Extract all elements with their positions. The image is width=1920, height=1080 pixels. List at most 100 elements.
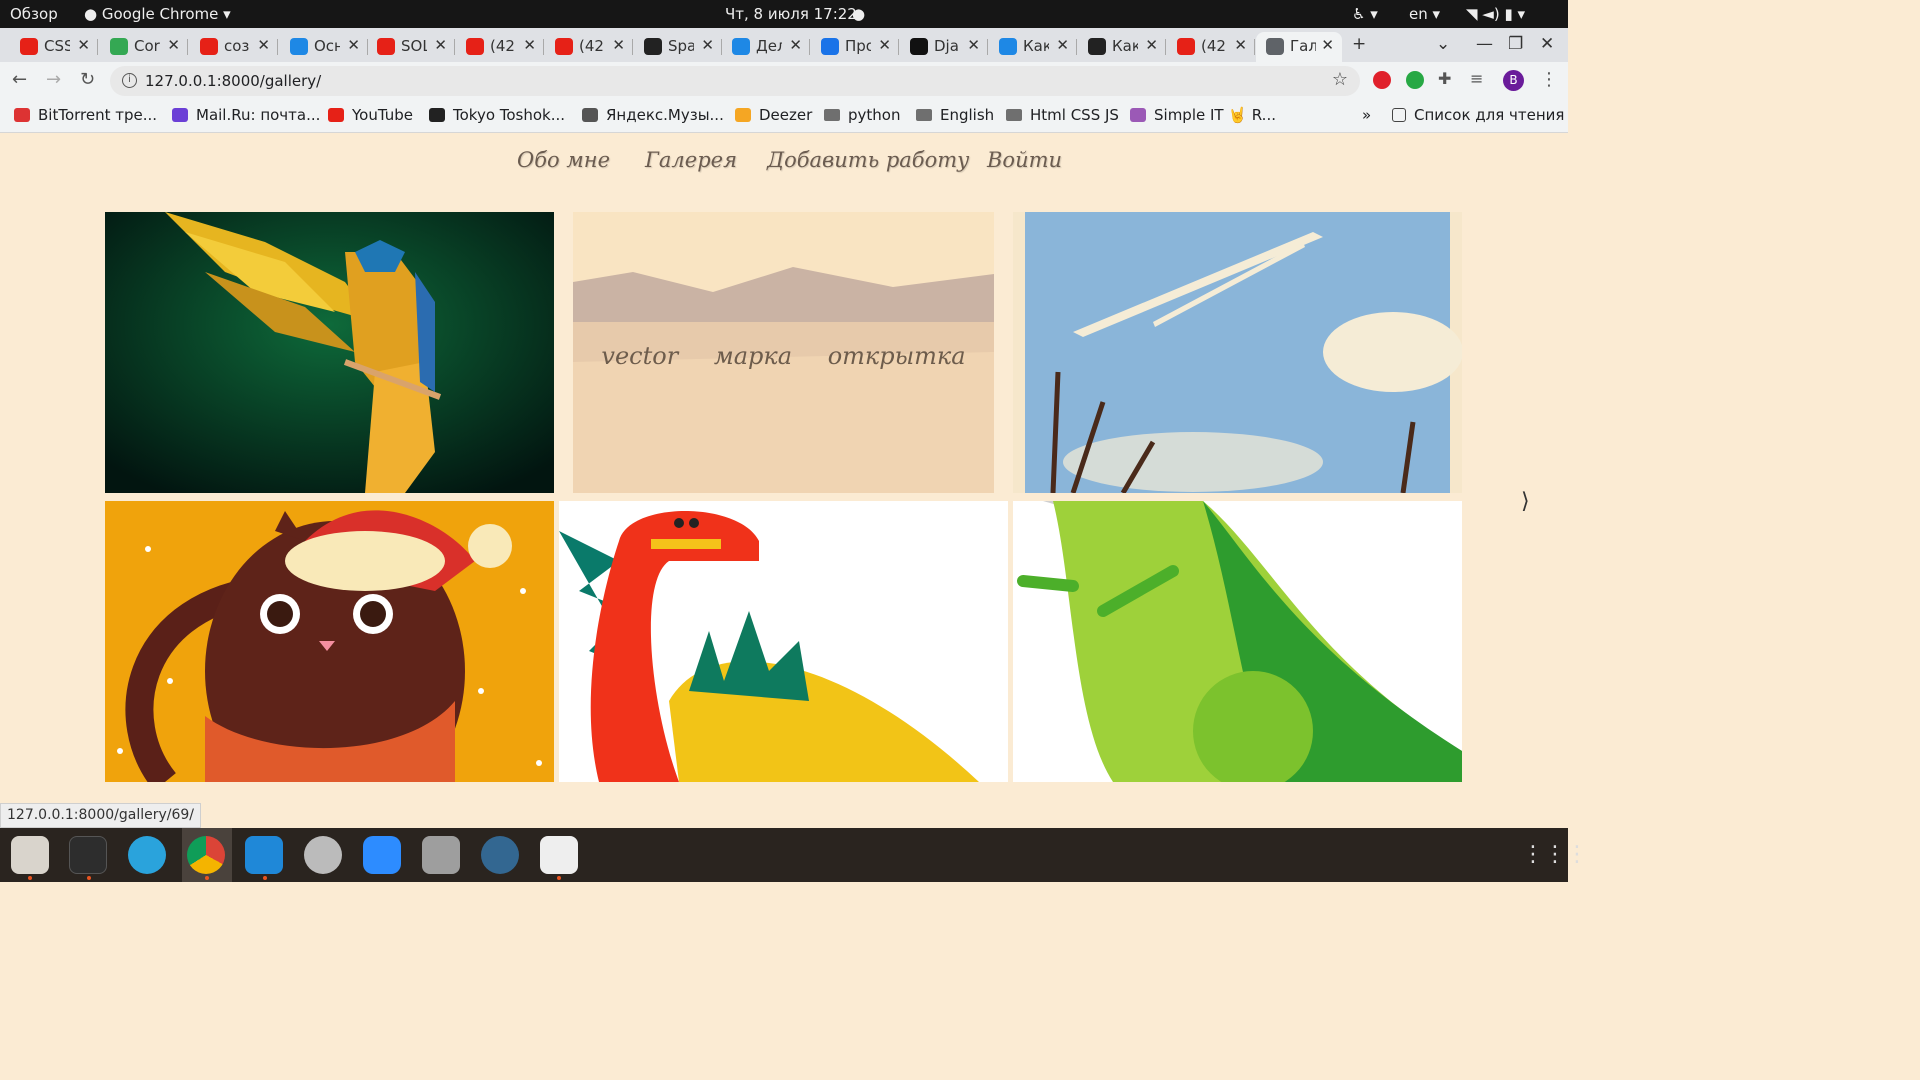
bookmarks-overflow-button[interactable]: »	[1362, 106, 1371, 124]
tab-12[interactable]: Как ✕	[1078, 32, 1166, 62]
tab-close-icon[interactable]: ✕	[612, 36, 625, 54]
new-tab-button[interactable]: +	[1352, 34, 1366, 54]
tab-close-icon[interactable]: ✕	[1234, 36, 1247, 54]
tab-close-icon[interactable]: ✕	[347, 36, 360, 54]
bookmark-item-1[interactable]: Mail.Ru: почта...	[172, 106, 320, 124]
close-window-button[interactable]: ✕	[1540, 34, 1554, 54]
tab-0[interactable]: CSS ✕	[10, 32, 98, 62]
bookmark-item-7[interactable]: English	[916, 106, 994, 124]
tab-label: CSS	[44, 37, 70, 55]
tab-close-icon[interactable]: ✕	[434, 36, 447, 54]
tab-13[interactable]: (42 ✕	[1167, 32, 1255, 62]
show-apps-grid-icon[interactable]: ⋮⋮⋮	[1522, 836, 1588, 874]
vscode-app-icon[interactable]	[245, 836, 283, 874]
tab-9[interactable]: Про ✕	[811, 32, 899, 62]
tab-label: Cor	[134, 37, 160, 55]
bookmark-label: YouTube	[352, 106, 413, 124]
tab-10[interactable]: Dja ✕	[900, 32, 988, 62]
media-control-icon[interactable]: ≡	[1470, 69, 1483, 88]
bookmark-item-8[interactable]: Html CSS JS	[1006, 106, 1119, 124]
extensions-puzzle-icon[interactable]: ✚	[1438, 69, 1451, 88]
tag-vector[interactable]: vector	[601, 342, 678, 370]
tab-close-icon[interactable]: ✕	[967, 36, 980, 54]
bookmark-item-5[interactable]: Deezer	[735, 106, 812, 124]
tab-favicon-icon	[644, 38, 662, 55]
clock[interactable]: Чт, 8 июля 17:22	[725, 5, 857, 23]
tab-close-icon[interactable]: ✕	[878, 36, 891, 54]
tab-close-icon[interactable]: ✕	[167, 36, 180, 54]
chrome-app-menu[interactable]: ● Google Chrome ▾	[84, 5, 231, 23]
tab-close-icon[interactable]: ✕	[1145, 36, 1158, 54]
gallery-item-dragon[interactable]	[559, 501, 1008, 782]
bookmark-item-3[interactable]: Tokyo Toshok...	[429, 106, 565, 124]
gallery-item-sky[interactable]	[1013, 212, 1462, 493]
tab-close-icon[interactable]: ✕	[523, 36, 536, 54]
nav-link-gallery[interactable]: Галерея	[645, 148, 737, 172]
tab-4[interactable]: SOL ✕	[367, 32, 455, 62]
activities-button[interactable]: Обзор	[10, 5, 58, 23]
tab-close-icon[interactable]: ✕	[257, 36, 270, 54]
database-app-icon[interactable]	[422, 836, 460, 874]
reading-list-button[interactable]: Список для чтения	[1392, 106, 1564, 124]
telegram-app-icon[interactable]	[128, 836, 166, 874]
vpn-extension-icon[interactable]	[1406, 71, 1424, 89]
nav-link-add-work[interactable]: Добавить работу	[767, 148, 969, 172]
tab-close-icon[interactable]: ✕	[77, 36, 90, 54]
forward-button[interactable]: →	[46, 69, 61, 90]
bookmark-star-icon[interactable]: ☆	[1332, 69, 1348, 90]
network-volume-battery-icons[interactable]: ◥ ◄) ▮ ▾	[1466, 5, 1525, 23]
tab-close-icon[interactable]: ✕	[701, 36, 714, 54]
tab-5[interactable]: (42 ✕	[456, 32, 544, 62]
gallery-item-landscape[interactable]: vector марка открытка	[573, 212, 994, 493]
site-info-icon[interactable]: i	[122, 73, 137, 88]
chrome-menu-icon[interactable]: ⋮	[1540, 69, 1558, 90]
address-bar[interactable]: i 127.0.0.1:8000/gallery/ ☆	[110, 66, 1360, 96]
postman-app-icon[interactable]	[304, 836, 342, 874]
nav-link-login[interactable]: Войти	[987, 148, 1062, 172]
tab-6[interactable]: (42 ✕	[545, 32, 633, 62]
bookmark-item-6[interactable]: python	[824, 106, 900, 124]
opera-extension-icon[interactable]	[1373, 71, 1391, 89]
minimize-window-button[interactable]: —	[1476, 34, 1493, 54]
bookmark-item-2[interactable]: YouTube	[328, 106, 413, 124]
tab-close-icon[interactable]: ✕	[789, 36, 802, 54]
bookmark-item-4[interactable]: Яндекс.Музы...	[582, 106, 724, 124]
tab-2[interactable]: соз ✕	[190, 32, 278, 62]
tab-14[interactable]: Гал ✕	[1256, 32, 1342, 62]
profile-avatar[interactable]: B	[1503, 70, 1524, 91]
bookmark-favicon-icon	[172, 108, 188, 122]
tag-otkrytka[interactable]: открытка	[828, 342, 966, 370]
tab-separator	[898, 39, 899, 55]
tab-label: Про	[845, 37, 871, 55]
nav-link-about[interactable]: Обо мне	[517, 148, 610, 172]
files-app-icon[interactable]	[11, 836, 49, 874]
tab-search-icon[interactable]: ⌄	[1436, 34, 1450, 54]
tab-8[interactable]: Дел ✕	[722, 32, 810, 62]
reload-button[interactable]: ↻	[80, 69, 95, 90]
restore-window-button[interactable]: ❐	[1508, 34, 1523, 54]
gallery-item-parrot[interactable]	[105, 212, 554, 493]
tag-marka[interactable]: марка	[714, 342, 792, 370]
chrome-app-icon[interactable]	[187, 836, 225, 874]
tab-7[interactable]: Spa ✕	[634, 32, 722, 62]
tab-3[interactable]: Осн ✕	[280, 32, 368, 62]
gallery-item-dino[interactable]	[1013, 501, 1462, 782]
tab-close-icon[interactable]: ✕	[1321, 36, 1334, 54]
language-indicator[interactable]: en ▾	[1409, 5, 1440, 23]
tab-11[interactable]: Как ✕	[989, 32, 1077, 62]
zoom-app-icon[interactable]	[363, 836, 401, 874]
gallery-item-cat[interactable]	[105, 501, 554, 782]
bookmark-item-0[interactable]: BitTorrent тре...	[14, 106, 157, 124]
back-button[interactable]: ←	[12, 69, 27, 90]
next-page-arrow[interactable]: ⟩	[1521, 489, 1530, 514]
dragon-image	[559, 501, 1008, 782]
tab-1[interactable]: Cor ✕	[100, 32, 188, 62]
bookmark-item-9[interactable]: Simple IT 🤘 R...	[1130, 106, 1276, 124]
tab-favicon-icon	[555, 38, 573, 55]
accessibility-icon[interactable]: ♿ ▾	[1352, 5, 1378, 23]
address-url[interactable]: 127.0.0.1:8000/gallery/	[145, 72, 321, 90]
postgres-app-icon[interactable]	[481, 836, 519, 874]
text-editor-app-icon[interactable]	[540, 836, 578, 874]
terminal-app-icon[interactable]	[69, 836, 107, 874]
tab-close-icon[interactable]: ✕	[1056, 36, 1069, 54]
